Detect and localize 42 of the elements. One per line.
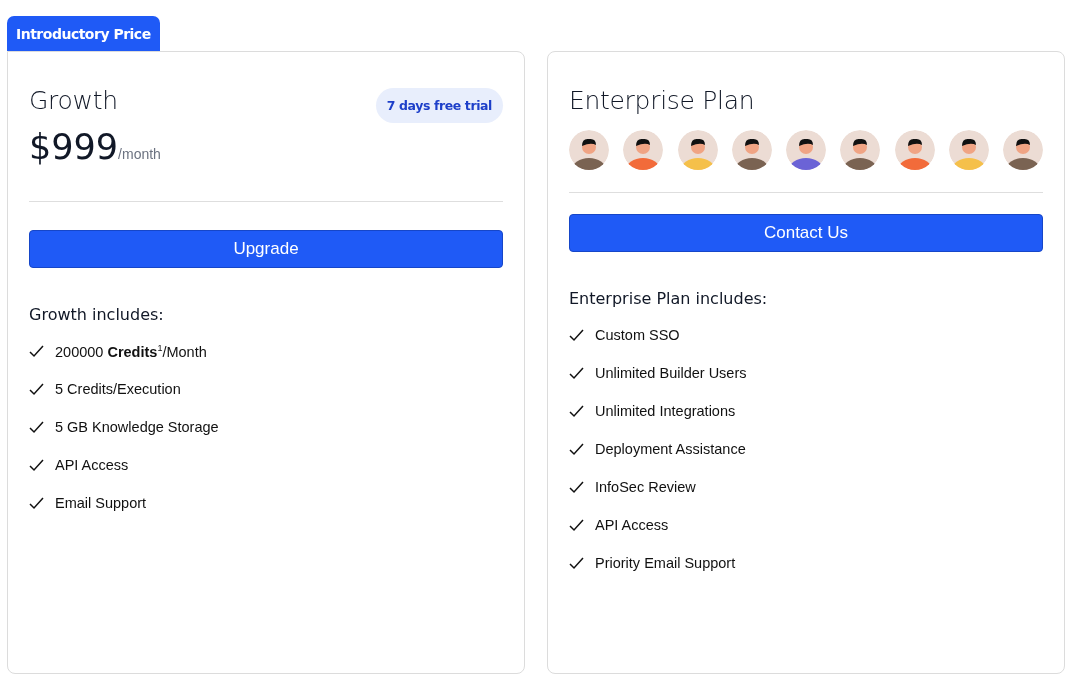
- check-icon: [569, 518, 584, 532]
- avatar-icon: [948, 130, 989, 170]
- check-icon: [569, 556, 584, 570]
- avatar-icon: [677, 130, 718, 170]
- check-icon: [29, 458, 44, 472]
- price: $999: [29, 127, 119, 167]
- avatar-icon: [786, 130, 826, 170]
- feature-text: InfoSec Review: [595, 479, 696, 495]
- feature-text: 5 Credits/Execution: [55, 381, 181, 397]
- check-icon: [569, 328, 584, 342]
- avatar-icon: [569, 130, 609, 170]
- feature-text: Deployment Assistance: [595, 441, 746, 457]
- avatar-icon: [894, 130, 935, 170]
- plan-button[interactable]: Upgrade: [29, 230, 503, 268]
- trial-badge: 7 days free trial: [375, 88, 503, 123]
- feature-text: Custom SSO: [595, 327, 680, 343]
- feature-text: API Access: [55, 457, 129, 473]
- plan-title: Enterprise Plan: [569, 86, 755, 115]
- check-icon: [569, 404, 584, 418]
- includes-heading: Growth includes:: [29, 305, 165, 324]
- price-period: /month: [118, 146, 161, 162]
- avatar-icon: [840, 130, 881, 170]
- check-icon: [29, 382, 44, 396]
- includes-heading: Enterprise Plan includes:: [569, 289, 769, 308]
- check-icon: [29, 420, 44, 434]
- avatar-icon: [623, 130, 664, 170]
- feature-text: 5 GB Knowledge Storage: [55, 419, 219, 435]
- check-icon: [29, 344, 44, 358]
- avatar-icon: [1003, 130, 1043, 170]
- check-icon: [569, 480, 584, 494]
- feature-text: Unlimited Builder Users: [595, 365, 747, 381]
- feature-text: Priority Email Support: [595, 555, 736, 571]
- check-icon: [569, 366, 584, 380]
- feature-text: API Access: [595, 517, 669, 533]
- avatar-icon: [731, 130, 772, 170]
- check-icon: [569, 442, 584, 456]
- check-icon: [29, 496, 44, 510]
- plan-button[interactable]: Contact Us: [569, 214, 1043, 252]
- feature-text: 200000 Credits$^{1}$/Month: [55, 342, 207, 360]
- feature-text: Unlimited Integrations: [595, 403, 736, 419]
- plan-title: Growth: [29, 86, 118, 115]
- feature-text: Email Support: [55, 495, 147, 511]
